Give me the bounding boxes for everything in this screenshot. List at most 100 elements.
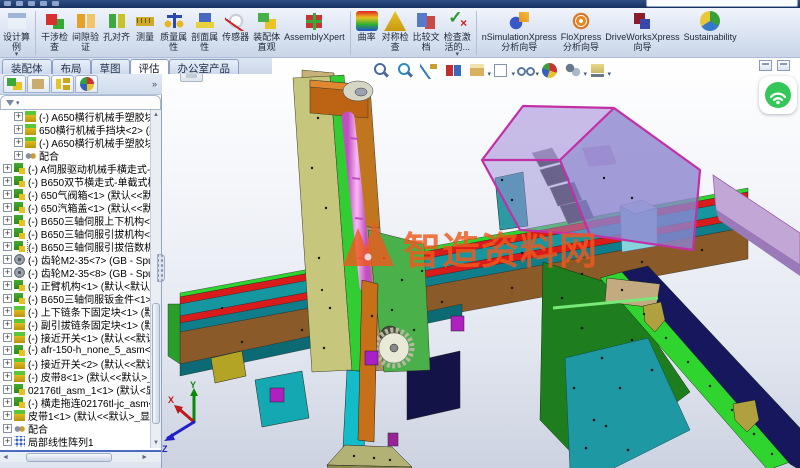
ribbon-button[interactable]: nSimulationXpress 分析向导 xyxy=(480,10,559,53)
expand-icon[interactable] xyxy=(3,255,12,264)
expand-icon[interactable] xyxy=(3,203,12,212)
hud-button[interactable] xyxy=(564,62,584,79)
tree-item[interactable]: (-) 正臂机构<1> (默认<默认_ xyxy=(0,279,150,292)
ribbon-button[interactable]: 间隙验 证 xyxy=(70,10,101,53)
hud-button[interactable] xyxy=(372,62,392,79)
hud-button[interactable] xyxy=(420,62,440,79)
command-tab[interactable]: 布局 xyxy=(52,59,91,74)
expand-icon[interactable] xyxy=(3,437,12,446)
tree-item[interactable]: (-) 横走拖连02176tl-jc_asm<1 xyxy=(0,396,150,409)
model-canvas[interactable]: 智造资料网 Y X Z xyxy=(162,58,800,468)
hud-button[interactable] xyxy=(444,62,464,79)
tree-item[interactable]: (-) B650三轴伺服上下机构<1> xyxy=(0,214,150,227)
hud-button[interactable] xyxy=(396,62,416,79)
graphics-viewport[interactable]: 智造资料网 Y X Z xyxy=(162,58,800,468)
ribbon-button[interactable]: 设计算 例 xyxy=(1,10,32,58)
hud-button[interactable] xyxy=(492,62,512,79)
expand-icon[interactable] xyxy=(3,242,12,251)
expand-icon[interactable] xyxy=(3,216,12,225)
ribbon-button[interactable]: 装配体 直观 xyxy=(251,10,282,53)
tree-item[interactable]: (-) 接近开关<2> (默认<<默认 xyxy=(0,357,150,370)
ribbon-button[interactable]: 剖面属 性 xyxy=(189,10,220,53)
expand-icon[interactable] xyxy=(3,424,12,433)
expand-icon[interactable] xyxy=(3,398,12,407)
tree-item[interactable]: 局部线性阵列1 xyxy=(0,435,150,448)
expand-icon[interactable] xyxy=(3,164,12,173)
hud-button[interactable] xyxy=(516,62,536,79)
expand-icon[interactable] xyxy=(3,281,12,290)
hud-button[interactable] xyxy=(588,62,608,79)
command-tab[interactable]: 评估 xyxy=(130,59,169,74)
ribbon-button[interactable]: Sustainability xyxy=(682,10,739,43)
hscroll-thumb[interactable] xyxy=(26,453,112,462)
ribbon-button[interactable]: 对称检 查 xyxy=(380,10,411,53)
ribbon-button[interactable]: 比较文 档 xyxy=(411,10,442,53)
panel-tab-overflow[interactable]: » xyxy=(152,79,159,89)
expand-icon[interactable] xyxy=(3,346,12,355)
expand-icon[interactable] xyxy=(3,190,12,199)
ribbon-button[interactable]: DriveWorksXpress 向导 xyxy=(603,10,681,53)
scroll-left-icon[interactable]: ◄ xyxy=(2,454,9,461)
expand-icon[interactable] xyxy=(3,411,12,420)
ribbon-button[interactable]: 干涉检 查 xyxy=(39,10,70,53)
ribbon-button[interactable]: 孔对齐 xyxy=(101,10,132,43)
expand-icon[interactable] xyxy=(14,125,23,134)
hud-button[interactable] xyxy=(468,62,488,79)
command-tab[interactable]: 办公室产品 xyxy=(169,59,240,74)
ribbon-button[interactable]: AssemblyXpert xyxy=(282,10,347,43)
ribbon-button[interactable]: 质量属 性 xyxy=(158,10,189,53)
command-tab[interactable]: 装配体 xyxy=(2,59,52,74)
tree-item[interactable]: 650横行机械手挡块<2> (默 xyxy=(0,123,150,136)
tree-item[interactable]: (-) 皮带8<1> (默认<<默认>_显 xyxy=(0,370,150,383)
panel-tab[interactable] xyxy=(51,75,74,93)
tree-item[interactable]: (-) 接近开关<1> (默认<<默认 xyxy=(0,331,150,344)
tree-item[interactable]: (-) afr-150-h_none_5_asm<1 xyxy=(0,344,150,357)
tree-item[interactable]: 配合 xyxy=(0,149,150,162)
tree-filter[interactable]: ▾ xyxy=(0,95,161,110)
expand-icon[interactable] xyxy=(3,177,12,186)
expand-icon[interactable] xyxy=(14,138,23,147)
tree-item[interactable]: (-) B650双节横走式-单截式横 xyxy=(0,175,150,188)
tree-item[interactable]: (-) 上下链条下固定块<1> (默认 xyxy=(0,305,150,318)
tree-item[interactable]: (-) B650三轴伺服钣金件<1> ( xyxy=(0,292,150,305)
vscroll-thumb[interactable] xyxy=(152,303,160,425)
expand-icon[interactable] xyxy=(14,112,23,121)
tree-item[interactable]: (-) B650三轴伺服引拔机构<1> xyxy=(0,227,150,240)
scroll-right-icon[interactable]: ► xyxy=(141,454,148,461)
hud-button[interactable] xyxy=(540,62,560,79)
expand-icon[interactable] xyxy=(3,307,12,316)
panel-splitter-handle[interactable] xyxy=(157,254,165,282)
expand-icon[interactable] xyxy=(3,268,12,277)
expand-icon[interactable] xyxy=(14,151,23,160)
ribbon-button[interactable]: 测量 xyxy=(132,10,158,43)
minimize-window-icon[interactable] xyxy=(777,60,790,71)
panel-tab[interactable] xyxy=(27,75,50,93)
expand-icon[interactable] xyxy=(3,359,12,368)
tree-item[interactable]: (-) A伺服驱动机械手横走式-单 xyxy=(0,162,150,175)
ribbon-button[interactable]: FloXpress 分析向导 xyxy=(559,10,604,53)
ribbon-button[interactable]: 传感器 xyxy=(220,10,251,43)
tree-item[interactable]: 配合 xyxy=(0,422,150,435)
tree-item[interactable]: 皮带1<1> (默认<<默认>_显示 xyxy=(0,409,150,422)
tree-item[interactable]: 02176tl_asm_1<1> (默认<显 xyxy=(0,383,150,396)
expand-icon[interactable] xyxy=(3,333,12,342)
scroll-up-icon[interactable]: ▲ xyxy=(151,110,161,120)
tree-item[interactable]: (-) A650横行机械手塑胶块< xyxy=(0,136,150,149)
tree-item[interactable]: (-) 650气阀箱<1> (默认<<默 xyxy=(0,188,150,201)
scroll-down-icon[interactable]: ▼ xyxy=(151,438,161,448)
panel-tab[interactable] xyxy=(3,75,26,93)
restore-window-icon[interactable] xyxy=(759,60,772,71)
tree-item[interactable]: (-) 副引拔链条固定块<1> (默认 xyxy=(0,318,150,331)
tree-horizontal-scrollbar[interactable]: ◄ ► xyxy=(0,450,161,462)
expand-icon[interactable] xyxy=(3,320,12,329)
expand-icon[interactable] xyxy=(3,372,12,381)
tree-item[interactable]: (-) B650三轴伺服引拔倍数机构 xyxy=(0,240,150,253)
search-input[interactable] xyxy=(646,0,798,7)
expand-icon[interactable] xyxy=(3,294,12,303)
tree-item[interactable]: (-) A650横行机械手塑胶块< xyxy=(0,110,150,123)
command-tab[interactable]: 草图 xyxy=(91,59,130,74)
panel-tab[interactable] xyxy=(75,75,98,93)
tree-item[interactable]: (-) 650汽箱盖<1> (默认<<默 xyxy=(0,201,150,214)
expand-icon[interactable] xyxy=(3,229,12,238)
service-badge[interactable] xyxy=(759,76,797,114)
